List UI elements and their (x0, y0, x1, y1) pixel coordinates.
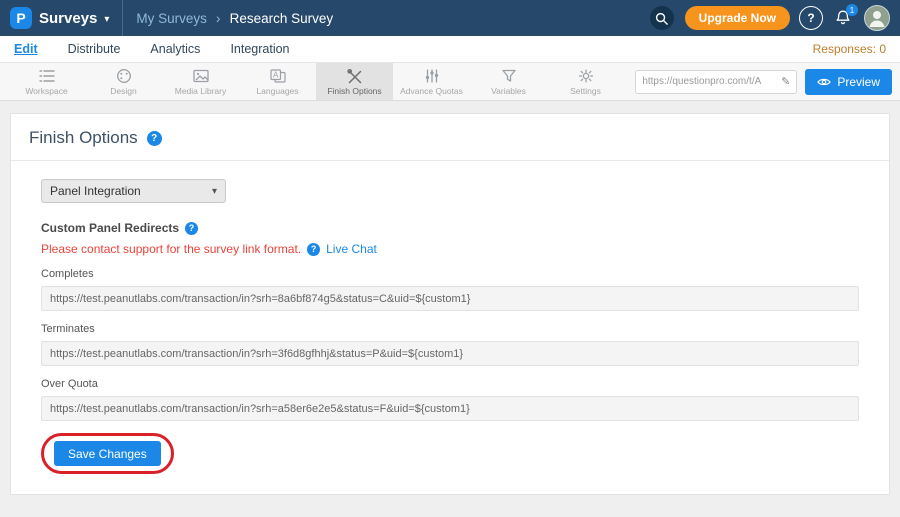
questionpro-logo-icon: P (10, 7, 32, 29)
panel-integration-selected-value: Panel Integration (50, 184, 141, 198)
survey-nav: Edit Distribute Analytics Integration Re… (0, 36, 900, 63)
custom-panel-redirects-title: Custom Panel Redirects (41, 221, 179, 235)
live-chat-help-icon[interactable]: ? (307, 243, 320, 256)
surveys-menu[interactable]: P Surveys ▾ (10, 7, 109, 29)
toolbar-item-label: Languages (256, 86, 298, 96)
tools-icon (345, 67, 365, 85)
completes-label: Completes (41, 268, 859, 280)
main-content: Finish Options ? Panel Integration ▾ Cus… (0, 101, 900, 517)
finish-options-help-icon[interactable]: ? (147, 131, 162, 146)
languages-icon: A (268, 67, 288, 85)
toolbar-item-advance-quotas[interactable]: Advance Quotas (393, 63, 470, 100)
breadcrumb-my-surveys[interactable]: My Surveys (136, 11, 207, 26)
toolbar-item-design[interactable]: Design (85, 63, 162, 100)
finish-options-card: Finish Options ? Panel Integration ▾ Cus… (10, 113, 890, 495)
tab-distribute[interactable]: Distribute (68, 42, 121, 56)
eye-icon (817, 77, 831, 87)
breadcrumb-current-survey: Research Survey (230, 11, 334, 26)
divider (122, 0, 123, 36)
terminates-url-input[interactable] (41, 341, 859, 366)
completes-url-input[interactable] (41, 286, 859, 311)
tab-edit[interactable]: Edit (14, 42, 38, 56)
support-notice-text: Please contact support for the survey li… (41, 242, 301, 256)
survey-url-field[interactable]: https://questionpro.com/t/A ✎ (635, 70, 797, 94)
edit-toolbar: Workspace Design Media Library (0, 63, 900, 101)
sliders-icon (422, 67, 442, 85)
palette-icon (114, 67, 134, 85)
annotation-highlight-circle: Save Changes (41, 433, 174, 474)
toolbar-item-finish-options[interactable]: Finish Options (316, 63, 393, 100)
tab-analytics[interactable]: Analytics (150, 42, 200, 56)
over-quota-field-group: Over Quota (41, 378, 859, 421)
notification-badge: 1 (846, 4, 858, 16)
question-mark-icon: ? (807, 11, 814, 25)
app-window: P Surveys ▾ My Surveys › Research Survey… (0, 0, 900, 517)
toolbar-item-settings[interactable]: Settings (547, 63, 624, 100)
custom-panel-redirects-help-icon[interactable]: ? (185, 222, 198, 235)
preview-button-label: Preview (837, 75, 880, 89)
toolbar-item-label: Design (110, 86, 136, 96)
over-quota-url-input[interactable] (41, 396, 859, 421)
preview-button[interactable]: Preview (805, 69, 892, 95)
product-name: Surveys (39, 10, 97, 27)
terminates-field-group: Terminates (41, 323, 859, 366)
chevron-down-icon: ▾ (104, 14, 109, 25)
toolbar-item-label: Advance Quotas (400, 86, 463, 96)
image-icon (191, 67, 211, 85)
toolbar-item-label: Settings (570, 86, 601, 96)
workspace-icon (37, 67, 57, 85)
edit-url-pencil-icon[interactable]: ✎ (781, 75, 790, 88)
toolbar-item-label: Variables (491, 86, 526, 96)
toolbar-item-languages[interactable]: A Languages (239, 63, 316, 100)
completes-field-group: Completes (41, 268, 859, 311)
toolbar-item-label: Workspace (25, 86, 67, 96)
gear-icon (576, 67, 596, 85)
toolbar-item-label: Media Library (175, 86, 227, 96)
tab-integration[interactable]: Integration (230, 42, 289, 56)
notifications-button[interactable]: 1 (834, 9, 852, 27)
svg-text:A: A (273, 71, 279, 80)
over-quota-label: Over Quota (41, 378, 859, 390)
save-changes-button[interactable]: Save Changes (54, 441, 161, 466)
toolbar-item-workspace[interactable]: Workspace (8, 63, 85, 100)
page-title: Finish Options (29, 128, 138, 148)
toolbar-item-media-library[interactable]: Media Library (162, 63, 239, 100)
toolbar-item-variables[interactable]: Variables (470, 63, 547, 100)
search-button[interactable] (650, 6, 674, 30)
terminates-label: Terminates (41, 323, 859, 335)
live-chat-link[interactable]: Live Chat (326, 242, 377, 256)
top-bar: P Surveys ▾ My Surveys › Research Survey… (0, 0, 900, 36)
breadcrumb-separator-icon: › (216, 10, 221, 26)
toolbar-item-label: Finish Options (327, 86, 381, 96)
panel-integration-select[interactable]: Panel Integration ▾ (41, 179, 226, 203)
search-icon (654, 11, 669, 26)
upgrade-now-button[interactable]: Upgrade Now (685, 6, 790, 30)
survey-url-text: https://questionpro.com/t/A (642, 76, 777, 87)
help-button[interactable]: ? (799, 6, 823, 30)
user-icon (865, 6, 889, 30)
funnel-icon (499, 67, 519, 85)
avatar[interactable] (864, 5, 890, 31)
chevron-down-icon: ▾ (212, 186, 217, 197)
responses-count: Responses: 0 (813, 42, 886, 56)
